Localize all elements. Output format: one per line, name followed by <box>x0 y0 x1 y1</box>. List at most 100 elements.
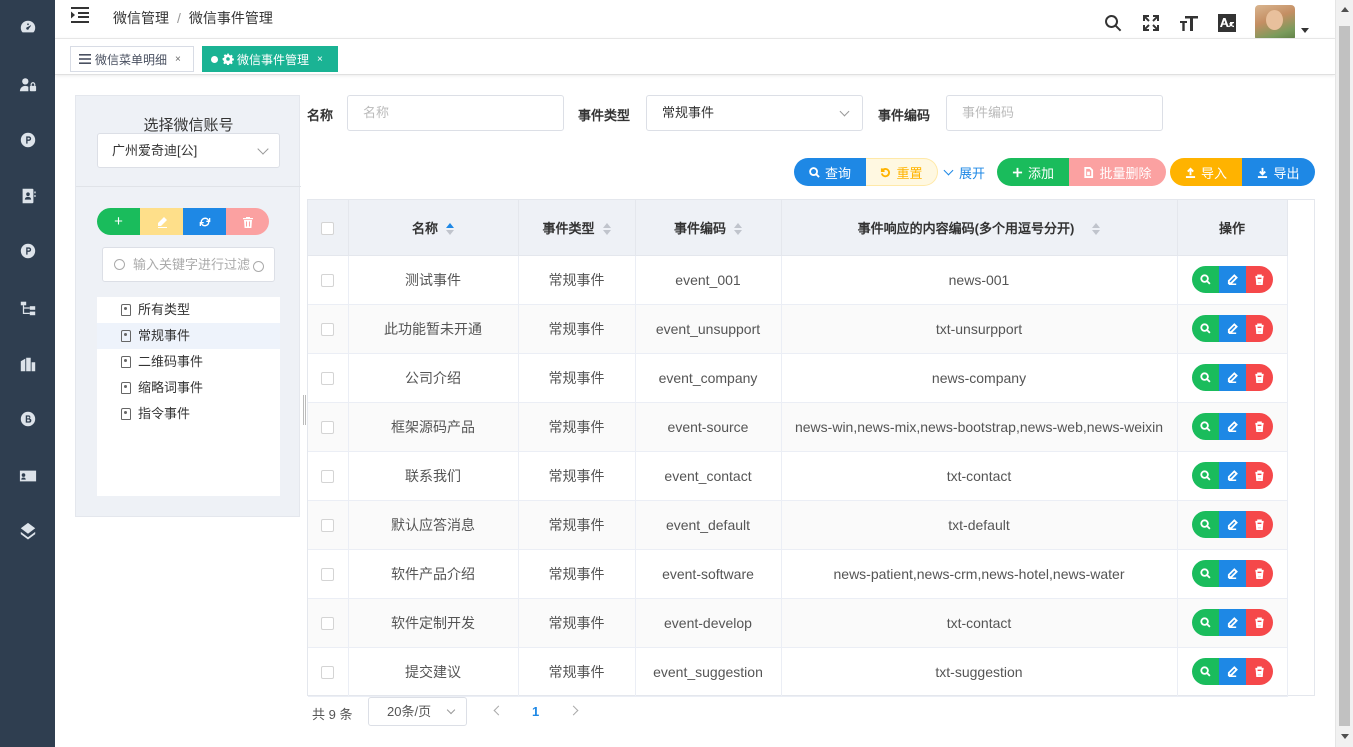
sort-icon[interactable] <box>602 223 611 236</box>
tree-edit-button[interactable] <box>140 208 183 235</box>
sort-icon[interactable] <box>446 223 454 236</box>
table-row[interactable]: 软件产品介绍 常规事件 event-software news-patient,new… <box>308 549 1288 599</box>
table-row[interactable]: 默认应答消息 常规事件 event_default txt-default <box>308 500 1288 550</box>
tree-item-command[interactable]: 指令事件 <box>97 401 280 427</box>
page-number[interactable]: 1 <box>532 704 539 719</box>
delete-row-button[interactable] <box>1245 511 1273 538</box>
view-row-button[interactable] <box>1191 462 1219 489</box>
edit-row-button[interactable] <box>1218 462 1246 489</box>
delete-row-button[interactable] <box>1245 364 1273 391</box>
row-checkbox[interactable] <box>321 274 335 288</box>
tab-close-icon[interactable]: × <box>317 54 323 65</box>
event-code-input[interactable]: 事件编码 <box>946 95 1163 131</box>
menu-toggle-icon[interactable] <box>71 7 89 23</box>
translate-icon[interactable] <box>1217 13 1237 33</box>
name-input[interactable]: 名称 <box>347 95 564 131</box>
bold-b-icon[interactable] <box>18 409 38 429</box>
reset-button[interactable]: 重置 <box>866 158 938 186</box>
table-row[interactable]: 公司介绍 常规事件 event_company news-company <box>308 353 1288 403</box>
view-row-button[interactable] <box>1191 413 1219 440</box>
breadcrumb-root[interactable]: 微信管理 <box>113 10 169 26</box>
tab-wechat-event-manage[interactable]: 微信事件管理 × <box>202 46 338 72</box>
scroll-thumb[interactable] <box>1339 26 1350 726</box>
view-row-button[interactable] <box>1191 315 1219 342</box>
edit-row-button[interactable] <box>1218 364 1246 391</box>
table-row[interactable]: 联系我们 常规事件 event_contact txt-contact <box>308 451 1288 501</box>
add-button[interactable]: 添加 <box>997 158 1069 186</box>
delete-row-button[interactable] <box>1245 266 1273 293</box>
tab-wechat-menu-detail[interactable]: 微信菜单明细 × <box>70 46 194 72</box>
row-checkbox[interactable] <box>321 421 335 435</box>
view-row-button[interactable] <box>1191 658 1219 685</box>
edit-row-button[interactable] <box>1218 413 1246 440</box>
view-row-button[interactable] <box>1191 266 1219 293</box>
view-row-button[interactable] <box>1191 364 1219 391</box>
column-header-name[interactable]: 名称 <box>348 200 519 256</box>
next-page-icon[interactable] <box>568 705 579 716</box>
keyword-filter-input[interactable]: 输入关键字进行过滤 <box>102 247 275 282</box>
table-row[interactable]: 提交建议 常规事件 event_suggestion txt-suggestion <box>308 647 1288 697</box>
column-header-type[interactable]: 事件类型 <box>518 200 636 256</box>
font-size-icon[interactable] <box>1179 13 1199 33</box>
edit-row-button[interactable] <box>1218 266 1246 293</box>
row-checkbox[interactable] <box>321 666 335 680</box>
tree-add-button[interactable]: + <box>97 208 140 235</box>
view-row-button[interactable] <box>1191 609 1219 636</box>
panel-splitter-handle[interactable] <box>303 395 306 425</box>
avatar-dropdown-icon[interactable] <box>1301 27 1309 33</box>
row-checkbox[interactable] <box>321 372 335 386</box>
delete-row-button[interactable] <box>1245 658 1273 685</box>
row-checkbox[interactable] <box>321 519 335 533</box>
batch-delete-button[interactable]: 批量删除 <box>1069 158 1166 186</box>
view-row-button[interactable] <box>1191 511 1219 538</box>
delete-row-button[interactable] <box>1245 462 1273 489</box>
delete-row-button[interactable] <box>1245 413 1273 440</box>
search-icon[interactable] <box>1103 13 1123 33</box>
id-card-icon[interactable] <box>18 466 38 486</box>
tab-close-icon[interactable]: × <box>175 54 181 65</box>
tree-item-regular[interactable]: 常规事件 <box>97 323 280 349</box>
query-button[interactable]: 查询 <box>794 158 866 186</box>
fullscreen-icon[interactable] <box>1141 13 1161 33</box>
table-row[interactable]: 此功能暂未开通 常规事件 event_unsupport txt-unsurpport <box>308 304 1288 354</box>
column-header-code[interactable]: 事件编码 <box>635 200 782 256</box>
parking-icon-2[interactable] <box>18 241 38 261</box>
delete-row-button[interactable] <box>1245 560 1273 587</box>
edit-row-button[interactable] <box>1218 609 1246 636</box>
row-checkbox[interactable] <box>321 323 335 337</box>
contact-book-icon[interactable] <box>18 186 38 206</box>
dashboard-icon[interactable] <box>18 17 38 37</box>
tree-refresh-button[interactable] <box>183 208 226 235</box>
sitemap-icon[interactable] <box>18 298 38 318</box>
edit-row-button[interactable] <box>1218 511 1246 538</box>
expand-toggle[interactable]: 展开 <box>943 163 985 182</box>
table-row[interactable]: 软件定制开发 常规事件 event-develop txt-contact <box>308 598 1288 648</box>
edit-row-button[interactable] <box>1218 658 1246 685</box>
tree-item-qrcode[interactable]: 二维码事件 <box>97 349 280 375</box>
table-row[interactable]: 框架源码产品 常规事件 event-source news-win,news-mix,… <box>308 402 1288 452</box>
view-row-button[interactable] <box>1191 560 1219 587</box>
edit-row-button[interactable] <box>1218 560 1246 587</box>
sort-icon[interactable] <box>734 223 742 236</box>
user-avatar[interactable] <box>1255 5 1295 41</box>
row-checkbox[interactable] <box>321 470 335 484</box>
delete-row-button[interactable] <box>1245 315 1273 342</box>
tree-item-abbreviation[interactable]: 缩略词事件 <box>97 375 280 401</box>
building-icon[interactable] <box>18 354 38 374</box>
table-row[interactable]: 测试事件 常规事件 event_001 news-001 <box>308 255 1288 305</box>
export-button[interactable]: 导出 <box>1242 158 1315 186</box>
scroll-down-icon[interactable] <box>1341 734 1349 739</box>
scroll-up-icon[interactable] <box>1341 7 1349 12</box>
event-type-select[interactable]: 常规事件 <box>646 95 863 131</box>
parking-icon[interactable] <box>18 130 38 150</box>
delete-row-button[interactable] <box>1245 609 1273 636</box>
user-lock-icon[interactable] <box>18 75 38 95</box>
tree-delete-button[interactable] <box>226 208 269 235</box>
prev-page-icon[interactable] <box>493 705 504 716</box>
sort-icon[interactable] <box>1092 223 1101 236</box>
row-checkbox[interactable] <box>321 617 335 631</box>
edit-row-button[interactable] <box>1218 315 1246 342</box>
layers-icon[interactable] <box>18 521 38 541</box>
column-header-response[interactable]: 事件响应的内容编码(多个用逗号分开) <box>781 200 1178 256</box>
row-checkbox[interactable] <box>321 568 335 582</box>
